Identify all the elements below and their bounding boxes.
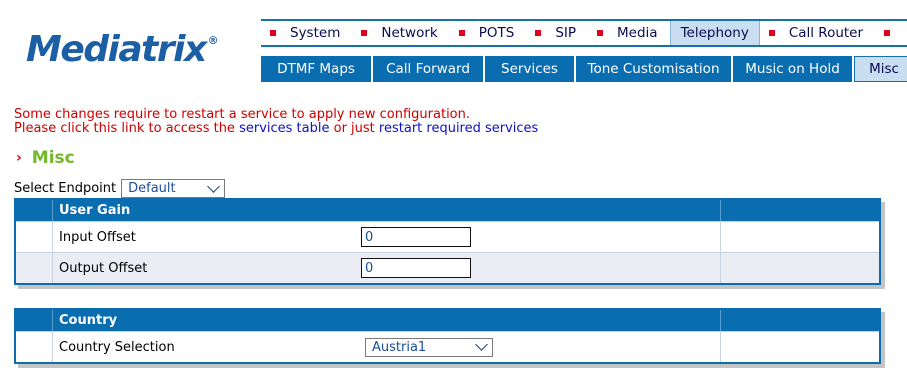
country-table: Country Country Selection Austria1 xyxy=(14,308,881,364)
table-row: Output Offset 0 xyxy=(16,252,879,283)
tab-misc[interactable]: Misc xyxy=(854,56,907,82)
top-menu-system[interactable]: System xyxy=(261,21,352,45)
table-row: Country Selection Austria1 xyxy=(16,331,879,362)
country-selection-label: Country Selection xyxy=(59,339,175,355)
tab-tone-customisation[interactable]: Tone Customisation xyxy=(576,56,731,82)
input-offset-label: Input Offset xyxy=(59,229,136,245)
page-title: Misc xyxy=(31,148,75,168)
bullet-icon xyxy=(270,30,276,36)
registered-mark: ® xyxy=(207,34,219,47)
section-title: › Misc xyxy=(16,148,75,168)
input-offset-field[interactable]: 0 xyxy=(361,227,471,247)
endpoint-select[interactable]: Default xyxy=(121,179,226,198)
tab-services[interactable]: Services xyxy=(485,56,574,82)
restart-notice: Some changes require to restart a servic… xyxy=(14,108,538,136)
endpoint-label: Select Endpoint xyxy=(14,181,117,196)
bullet-icon xyxy=(361,30,368,36)
country-header: Country xyxy=(53,310,721,331)
table-header: Country xyxy=(16,310,879,331)
chevron-down-icon xyxy=(475,338,488,351)
restart-required-services-link[interactable]: restart required services xyxy=(379,121,538,136)
country-select[interactable]: Austria1 xyxy=(365,337,493,357)
services-table-link[interactable]: services table xyxy=(239,121,329,136)
tab-call-forward[interactable]: Call Forward xyxy=(373,56,483,82)
bullet-icon xyxy=(597,30,604,36)
bullet-icon xyxy=(768,30,775,36)
bullet-icon xyxy=(535,30,542,36)
endpoint-selector: Select Endpoint Default xyxy=(14,179,226,198)
top-menu-pots[interactable]: POTS xyxy=(450,21,527,45)
tab-dtmf-maps[interactable]: DTMF Maps xyxy=(261,56,371,82)
user-gain-table: User Gain Input Offset 0 Output Offset 0 xyxy=(14,198,881,285)
mediatrix-logo: Mediatrix ® xyxy=(26,30,219,74)
notice-line-1: Some changes require to restart a servic… xyxy=(14,107,471,122)
chevron-right-icon: › xyxy=(16,150,22,166)
output-offset-label: Output Offset xyxy=(59,260,148,276)
logo-text: Mediatrix xyxy=(26,29,207,70)
top-menu-media[interactable]: Media xyxy=(588,21,670,45)
top-menu-sip[interactable]: SIP xyxy=(526,21,588,45)
bullet-icon xyxy=(884,30,891,36)
bullet-icon xyxy=(458,30,465,36)
output-offset-field[interactable]: 0 xyxy=(361,258,471,278)
top-menu-telephony[interactable]: Telephony xyxy=(669,21,760,45)
table-header: User Gain xyxy=(16,200,879,221)
tab-music-on-hold[interactable]: Music on Hold xyxy=(733,56,852,82)
user-gain-header: User Gain xyxy=(53,200,721,221)
sub-menu: DTMF Maps Call Forward Services Tone Cus… xyxy=(261,56,907,82)
top-menu-network[interactable]: Network xyxy=(352,21,449,45)
top-menu: System Network POTS SIP Media Telephony … xyxy=(261,19,907,47)
chevron-down-icon xyxy=(207,179,220,193)
top-menu-call-router[interactable]: Call Router xyxy=(760,21,875,45)
top-menu-overflow[interactable] xyxy=(875,21,907,45)
notice-line-2: Please click this link to access the ser… xyxy=(14,121,539,136)
table-row: Input Offset 0 xyxy=(16,221,879,252)
